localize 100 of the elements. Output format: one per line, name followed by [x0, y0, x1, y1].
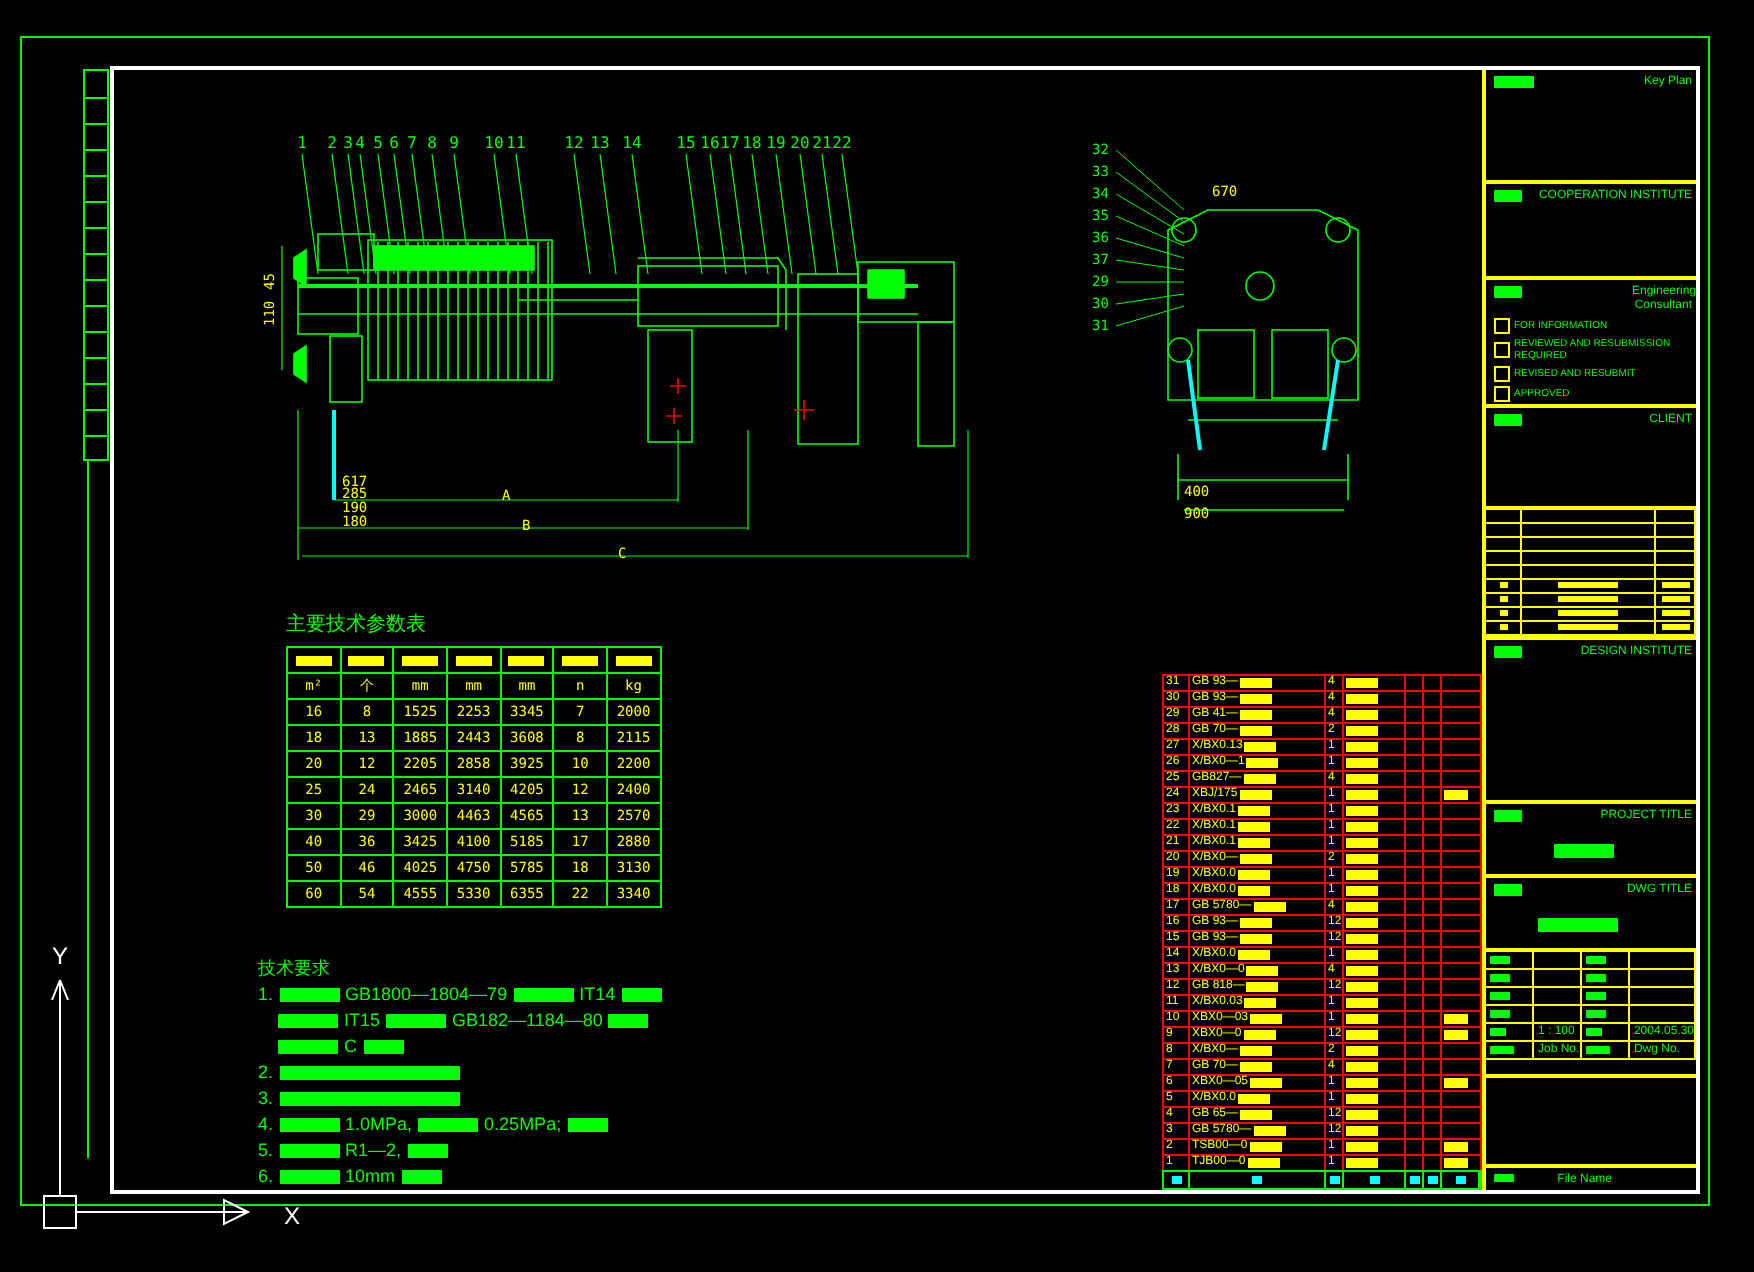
pixelated-text-block: [1171, 1176, 1181, 1184]
leader-line: [729, 153, 747, 275]
callout-number: 20: [790, 134, 810, 152]
callout-number: 18: [742, 134, 762, 152]
pixelated-text-block: [1494, 884, 1522, 897]
pixelated-text-block: [1240, 918, 1273, 928]
callout-number: 9: [449, 134, 459, 152]
note-number: 2.: [258, 1060, 274, 1086]
note-text: 10mm: [345, 1164, 396, 1190]
pixelated-text-block: [1346, 822, 1378, 832]
pixelated-text-block: [1250, 1078, 1283, 1088]
header-label-bar: [606, 647, 661, 673]
coordinate-axes-icon: [43, 979, 249, 1229]
pixelated-text-block: [1346, 726, 1378, 736]
pixelated-text-block: [1494, 76, 1534, 88]
pixelated-text-block: [1346, 694, 1378, 704]
pixelated-text-block: [608, 1014, 649, 1028]
callout-number: 12: [564, 134, 584, 152]
pixelated-text-block: [1346, 918, 1378, 928]
header-label-bar: [446, 647, 501, 673]
callout-number: 16: [700, 134, 720, 152]
note-text: C: [344, 1034, 357, 1060]
pixelated-text-block: [1494, 413, 1522, 426]
pixelated-text-block: [1238, 822, 1271, 832]
pixelated-text-block: [1238, 1094, 1271, 1104]
pixelated-text-block: [1252, 1176, 1262, 1184]
callout-number: 14: [622, 134, 642, 152]
pixelated-text-block: [1455, 1176, 1465, 1184]
pixelated-text-block: [1346, 1014, 1378, 1024]
pixelated-text-block: [1494, 285, 1522, 298]
checkbox[interactable]: [1494, 365, 1510, 382]
pixelated-text-block: [1243, 774, 1276, 784]
pixelated-text-block: [1243, 1030, 1276, 1040]
note-number: 5.: [258, 1138, 274, 1164]
header-label-bar: [553, 647, 607, 673]
callout-number: 11: [506, 134, 526, 152]
pixelated-text-block: [1346, 774, 1378, 784]
remark-block: [1444, 1158, 1468, 1168]
pixelated-text-block: [1240, 1110, 1273, 1120]
pixelated-text-block: [1346, 854, 1378, 864]
leader-line: [775, 153, 793, 275]
leader-line: [751, 153, 769, 275]
pixelated-text-block: [1246, 966, 1279, 976]
pixelated-text-block: [1240, 1046, 1273, 1056]
pixelated-text-block: [1346, 1078, 1378, 1088]
callout-number: 7: [407, 134, 417, 152]
pixelated-text-block: [279, 1118, 340, 1132]
pixelated-text-block: [1346, 1046, 1378, 1056]
pixelated-text-block: [1253, 902, 1286, 912]
pixelated-text-block: [1346, 934, 1378, 944]
pixelated-text-block: [1346, 1126, 1378, 1136]
leader-line: [631, 153, 649, 275]
callout-number: 1: [297, 134, 307, 152]
pixelated-text-block: [279, 1144, 340, 1158]
pixelated-text-block: [1240, 710, 1273, 720]
callout-number: 8: [427, 134, 437, 152]
pixelated-text-block: [1346, 950, 1378, 960]
note-text: 0.25MPa;: [484, 1112, 562, 1138]
pixelated-text-block: [1346, 678, 1378, 688]
pixelated-text-block: [1585, 956, 1606, 965]
pixelated-text-block: [1240, 1062, 1273, 1072]
note-text: R1—2,: [345, 1138, 402, 1164]
pixelated-text-block: [1240, 678, 1273, 688]
pixelated-text-block: [1585, 1010, 1606, 1019]
checkbox[interactable]: [1494, 341, 1510, 358]
pixelated-text-block: [1329, 1176, 1339, 1184]
pixelated-text-block: [278, 1014, 338, 1028]
pixelated-text-block: [1346, 870, 1378, 880]
pixelated-text-block: [1346, 790, 1378, 800]
callout-number: 10: [484, 134, 504, 152]
checkbox[interactable]: [1494, 385, 1510, 402]
pixelated-text-block: [1346, 1094, 1378, 1104]
pixelated-text-block: [1585, 992, 1606, 1001]
callout-number: 21: [812, 134, 832, 152]
pixelated-text-block: [1346, 1110, 1378, 1120]
pixelated-text-block: [1239, 790, 1272, 800]
pixelated-text-block: [1346, 710, 1378, 720]
pixelated-text-block: [1585, 974, 1606, 983]
leader-line: [685, 153, 703, 275]
checkbox[interactable]: [1494, 317, 1510, 334]
pixelated-text-block: [1494, 189, 1522, 202]
pixelated-text-block: [1494, 810, 1522, 823]
axis-label: Y: [52, 942, 69, 970]
note-number: 1.: [258, 982, 274, 1008]
pixelated-text-block: [513, 988, 574, 1002]
pixelated-text-block: [1346, 982, 1378, 992]
pixelated-text-block: [386, 1014, 447, 1028]
header-label-bar: [340, 647, 394, 673]
pixelated-text-block: [1585, 1028, 1602, 1037]
callout-number: 15: [676, 134, 696, 152]
pixelated-text-block: [1250, 1014, 1283, 1024]
pixelated-text-block: [363, 1040, 403, 1054]
note-text: GB1800—1804—79: [345, 982, 508, 1008]
pixelated-text-block: [1238, 886, 1271, 896]
leader-line: [301, 153, 319, 275]
pixelated-text-block: [1346, 1030, 1378, 1040]
pixelated-text-block: [1246, 758, 1279, 768]
pixelated-text-block: [1346, 966, 1378, 976]
leader-line: [799, 153, 817, 275]
leader-line: [331, 153, 349, 275]
